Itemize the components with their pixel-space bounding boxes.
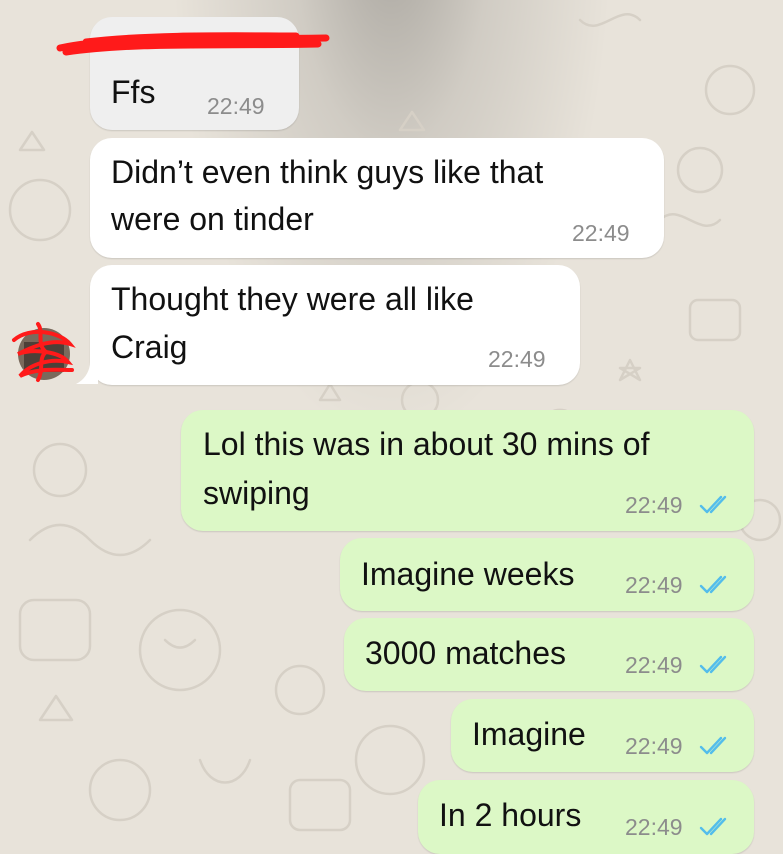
message-text-line-1: Didn’t even think guys like that [111,154,544,190]
message-text-line-2: swiping [203,475,310,511]
message-text-line-1: 3000 matches [365,635,567,671]
outgoing-message-2[interactable]: Imagine weeks 22:49 [340,538,754,611]
message-timestamp: 22:49 [488,346,546,372]
avatar-redacted[interactable] [10,318,76,384]
double-check-icon [699,817,727,836]
message-timestamp: 22:49 [625,652,683,678]
message-text-line-1: Thought they were all like [111,281,474,317]
outgoing-message-1[interactable]: Lol this was in about 30 mins of swiping… [181,410,754,531]
message-text-line-1: Imagine [472,716,586,752]
message-timestamp: 22:49 [207,93,265,119]
message-text-line-1: Lol this was in about 30 mins of [203,426,650,462]
incoming-message-2[interactable]: Didn’t even think guys like that were on… [90,138,664,258]
message-text-line-2: were on tinder [111,201,314,237]
incoming-message-3[interactable]: Thought they were all like Craig 22:49 [90,265,580,385]
message-text-line-2: Craig [111,329,188,365]
message-text-line-1: Imagine weeks [361,556,575,592]
message-text-line-1: Ffs [111,74,156,110]
message-timestamp: 22:49 [625,572,683,598]
incoming-bubble-tail [76,362,98,384]
outgoing-message-4[interactable]: Imagine 22:49 [451,699,754,772]
message-timestamp: 22:49 [572,220,630,246]
double-check-icon [699,575,727,594]
double-check-icon [699,495,727,514]
message-timestamp: 22:49 [625,492,683,518]
outgoing-message-3[interactable]: 3000 matches 22:49 [344,618,754,691]
sender-name-redaction [56,32,330,56]
outgoing-message-5[interactable]: In 2 hours 22:49 [418,780,754,854]
message-text-line-1: In 2 hours [439,797,582,833]
double-check-icon [699,736,727,755]
message-timestamp: 22:49 [625,733,683,759]
message-timestamp: 22:49 [625,814,683,840]
double-check-icon [699,655,727,674]
